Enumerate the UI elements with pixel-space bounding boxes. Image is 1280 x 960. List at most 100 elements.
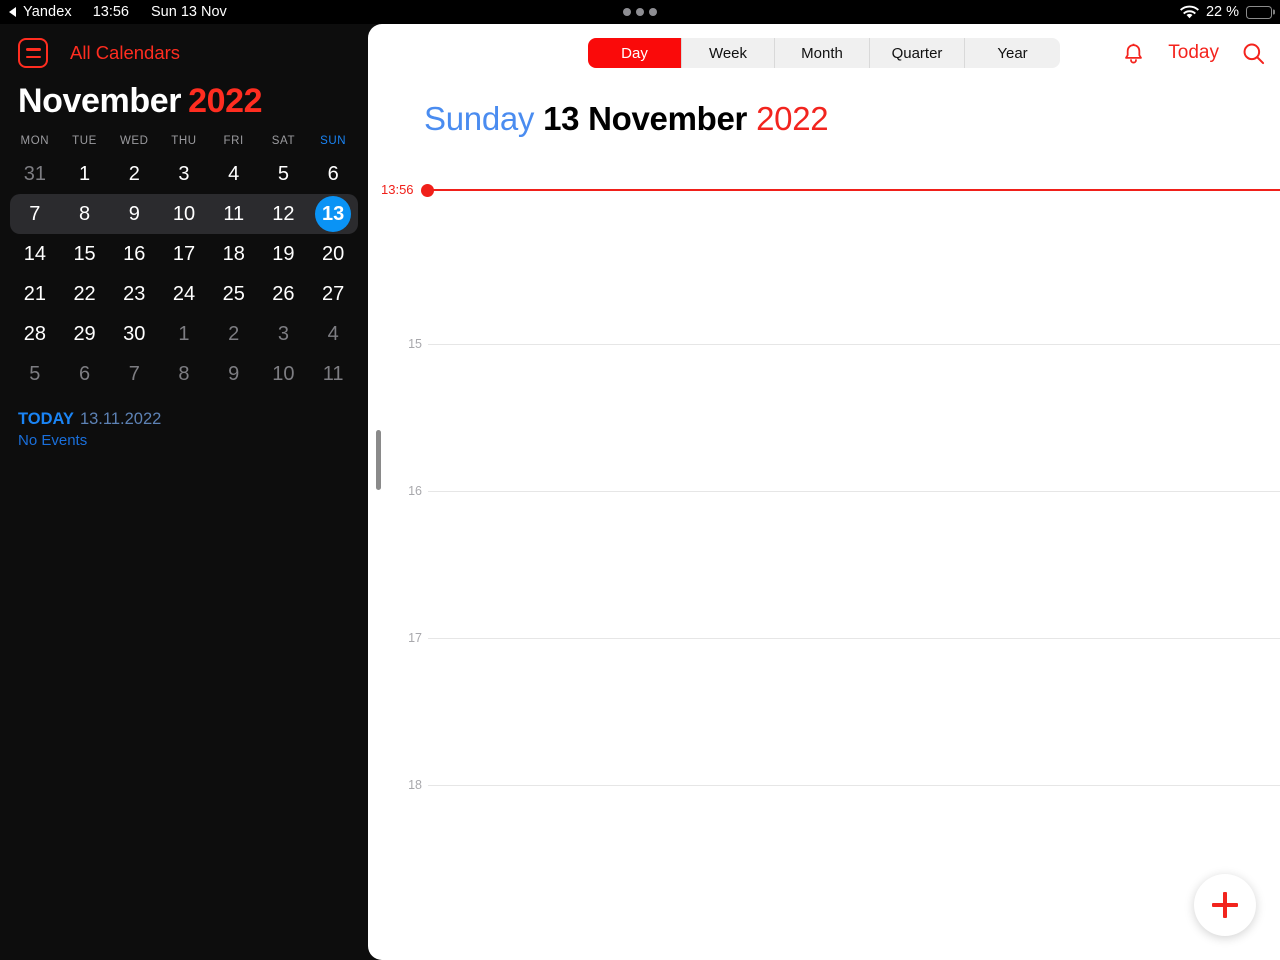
multitask-dot xyxy=(649,8,657,16)
calendar-week-row: 31 1 2 3 4 5 6 xyxy=(10,154,358,194)
view-mode-segmented-control[interactable]: Day Week Month Quarter Year xyxy=(588,38,1060,68)
month-year-label: 2022 xyxy=(188,82,263,120)
calendar-day-20[interactable]: 20 xyxy=(308,234,358,274)
calendar-day-18[interactable]: 18 xyxy=(209,234,259,274)
calendar-day-4[interactable]: 4 xyxy=(308,314,358,354)
multitasking-indicator[interactable] xyxy=(623,0,657,24)
calendar-day-8[interactable]: 8 xyxy=(60,194,110,234)
calendar-day-28[interactable]: 28 xyxy=(10,314,60,354)
calendar-day-15[interactable]: 15 xyxy=(60,234,110,274)
back-arrow-icon[interactable] xyxy=(9,7,16,17)
calendar-day-8[interactable]: 8 xyxy=(159,354,209,394)
hour-gridline xyxy=(428,344,1280,345)
plus-icon xyxy=(1212,892,1238,918)
calendar-day-7[interactable]: 7 xyxy=(109,354,159,394)
hour-gridline xyxy=(428,491,1280,492)
calendar-day-23[interactable]: 23 xyxy=(109,274,159,314)
calendar-day-29[interactable]: 29 xyxy=(60,314,110,354)
hour-label-16: 16 xyxy=(408,484,422,498)
events-summary-label: No Events xyxy=(18,432,88,449)
calendar-day-6[interactable]: 6 xyxy=(60,354,110,394)
calendar-day-3[interactable]: 3 xyxy=(159,154,209,194)
today-line: TODAY 13.11.2022 xyxy=(18,410,368,429)
current-time-label: 13:56 xyxy=(381,182,414,197)
hour-row-18[interactable]: 18 xyxy=(368,778,1280,792)
calendar-day-11[interactable]: 11 xyxy=(209,194,259,234)
calendar-day-17[interactable]: 17 xyxy=(159,234,209,274)
weekday-header-thu: THU xyxy=(171,135,197,147)
day-view-title: Sunday 13 November 2022 xyxy=(368,82,1280,138)
calendar-day-30[interactable]: 30 xyxy=(109,314,159,354)
calendar-day-25[interactable]: 25 xyxy=(209,274,259,314)
calendar-day-13[interactable]: 13 xyxy=(308,194,358,234)
sidebar: All Calendars November 2022 MON TUE WED THU F… xyxy=(0,24,368,960)
calendar-day-6[interactable]: 6 xyxy=(308,154,358,194)
calendar-day-10[interactable]: 10 xyxy=(159,194,209,234)
segment-month[interactable]: Month xyxy=(775,38,870,68)
hour-label-18: 18 xyxy=(408,778,422,792)
weekday-header-tue: TUE xyxy=(72,135,97,147)
all-calendars-button[interactable]: All Calendars xyxy=(70,42,180,64)
status-bar: Yandex 13:56 Sun 13 Nov 22 % xyxy=(0,0,1280,24)
weekday-header-fri: FRI xyxy=(223,135,244,147)
battery-icon xyxy=(1246,5,1272,19)
calendar-day-19[interactable]: 19 xyxy=(259,234,309,274)
calendar-day-5[interactable]: 5 xyxy=(10,354,60,394)
battery-percent-label: 22 % xyxy=(1205,4,1239,20)
calendar-day-27[interactable]: 27 xyxy=(308,274,358,314)
ipad-calendar-app: Yandex 13:56 Sun 13 Nov 22 % All Calenda… xyxy=(0,0,1280,960)
hour-row-15[interactable]: 15 xyxy=(368,337,1280,351)
bell-icon[interactable] xyxy=(1121,41,1146,66)
calendar-day-10[interactable]: 10 xyxy=(259,354,309,394)
calendar-week-row: 5 6 7 8 9 10 11 xyxy=(10,354,358,394)
calendar-day-1[interactable]: 1 xyxy=(60,154,110,194)
add-event-button[interactable] xyxy=(1194,874,1256,936)
calendar-day-14[interactable]: 14 xyxy=(10,234,60,274)
weekday-header-wed: WED xyxy=(119,135,149,147)
status-bar-left: Yandex 13:56 Sun 13 Nov xyxy=(0,4,227,20)
today-label: TODAY xyxy=(18,410,74,428)
calendar-day-21[interactable]: 21 xyxy=(10,274,60,314)
hour-row-16[interactable]: 16 xyxy=(368,484,1280,498)
calendar-week-row: 28 29 30 1 2 3 4 xyxy=(10,314,358,354)
month-name-label: November xyxy=(18,82,182,120)
title-date: 13 November xyxy=(543,100,748,137)
calendar-day-26[interactable]: 26 xyxy=(259,274,309,314)
hour-label-15: 15 xyxy=(408,337,422,351)
search-icon[interactable] xyxy=(1241,41,1266,66)
calendar-day-1[interactable]: 1 xyxy=(159,314,209,354)
calendar-list-icon[interactable] xyxy=(18,38,48,68)
calendar-day-9[interactable]: 9 xyxy=(109,194,159,234)
calendar-day-9[interactable]: 9 xyxy=(209,354,259,394)
day-timeline[interactable]: 13:56 15 16 17 18 xyxy=(368,182,1280,942)
hour-row-17[interactable]: 17 xyxy=(368,631,1280,645)
status-bar-time: 13:56 xyxy=(92,4,129,20)
calendar-day-11[interactable]: 11 xyxy=(308,354,358,394)
timeline-scrollbar[interactable] xyxy=(376,430,381,490)
calendar-day-12[interactable]: 12 xyxy=(259,194,309,234)
weekday-header-row: MON TUE WED THU FRI SAT SUN xyxy=(0,135,368,147)
mini-calendar-grid[interactable]: 31 1 2 3 4 5 6 7 8 9 10 11 12 13 14 15 16 17 18 19 20 21 22 23 2… xyxy=(0,154,368,394)
segment-year[interactable]: Year xyxy=(965,38,1060,68)
back-app-label[interactable]: Yandex xyxy=(23,4,72,20)
calendar-day-5[interactable]: 5 xyxy=(259,154,309,194)
status-bar-date: Sun 13 Nov xyxy=(151,4,227,20)
menu-bar-line xyxy=(25,48,41,51)
segment-quarter[interactable]: Quarter xyxy=(870,38,965,68)
weekday-header-sat: SAT xyxy=(271,135,296,147)
calendar-day-3[interactable]: 3 xyxy=(259,314,309,354)
calendar-day-24[interactable]: 24 xyxy=(159,274,209,314)
calendar-day-7[interactable]: 7 xyxy=(10,194,60,234)
calendar-day-2[interactable]: 2 xyxy=(109,154,159,194)
calendar-day-22[interactable]: 22 xyxy=(60,274,110,314)
today-button[interactable]: Today xyxy=(1168,42,1219,64)
calendar-day-16[interactable]: 16 xyxy=(109,234,159,274)
calendar-week-row: 21 22 23 24 25 26 27 xyxy=(10,274,358,314)
segment-week[interactable]: Week xyxy=(682,38,775,68)
calendar-day-4[interactable]: 4 xyxy=(209,154,259,194)
calendar-day-2[interactable]: 2 xyxy=(209,314,259,354)
segment-day[interactable]: Day xyxy=(588,38,682,68)
toolbar: Day Week Month Quarter Year Today xyxy=(368,24,1280,82)
calendar-day-31[interactable]: 31 xyxy=(10,154,60,194)
calendar-week-row: 14 15 16 17 18 19 20 xyxy=(10,234,358,274)
